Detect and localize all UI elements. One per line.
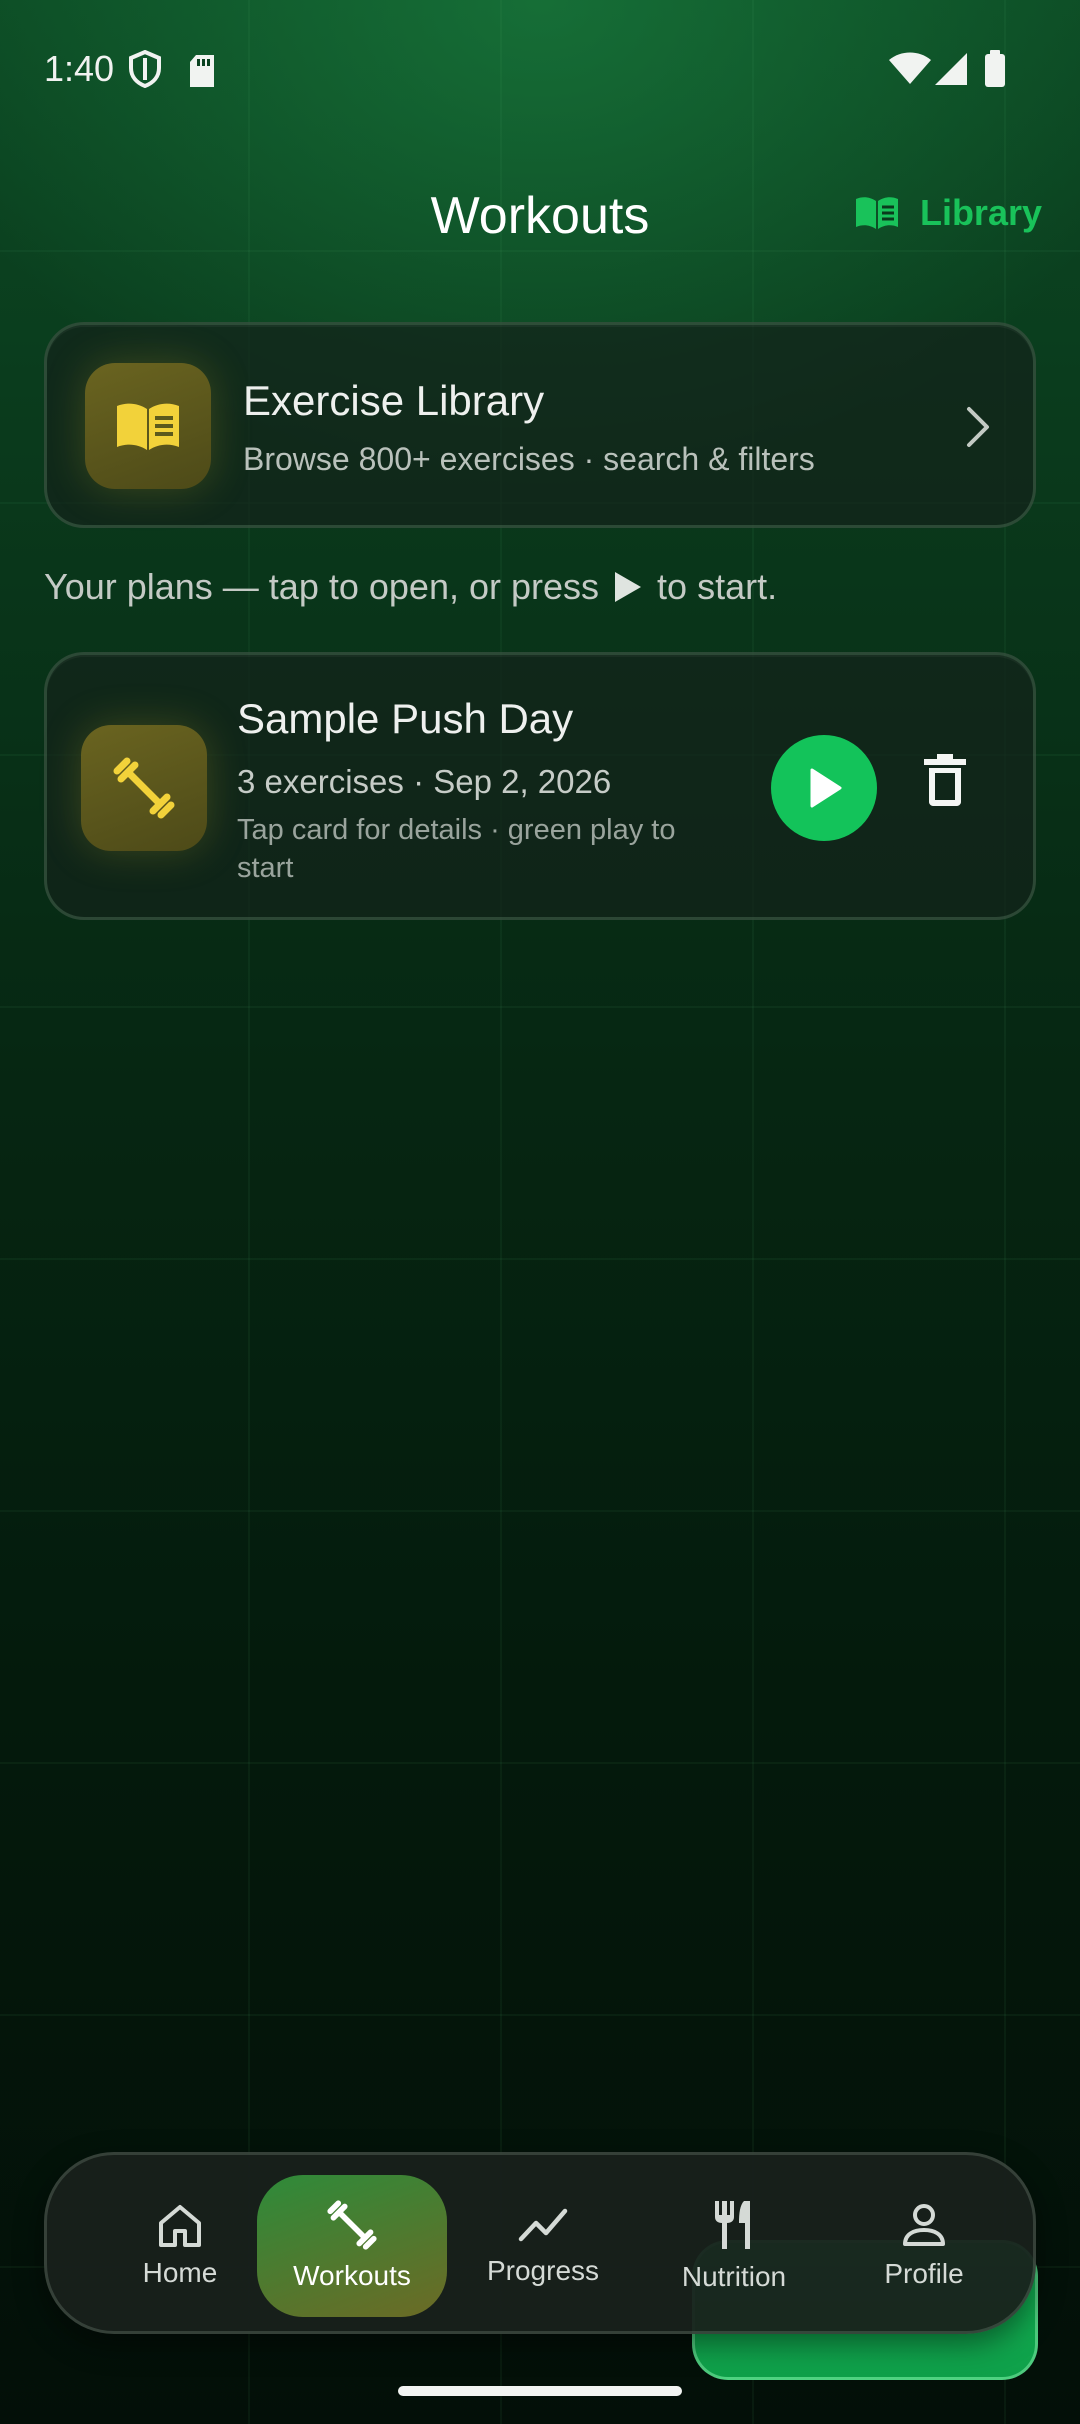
nav-label-home: Home <box>142 2257 218 2288</box>
nav-profile[interactable]: Profile <box>829 2175 1019 2317</box>
library-button[interactable]: Library <box>854 192 1042 234</box>
play-icon <box>810 768 842 808</box>
chevron-right-icon <box>967 407 989 447</box>
status-time: 1:40 <box>44 48 115 89</box>
book-icon <box>855 197 898 229</box>
library-card-subtitle: Browse 800+ exercises · search & filters <box>243 441 815 477</box>
signal-icon <box>935 53 967 85</box>
nav-label-nutrition: Nutrition <box>681 2261 787 2292</box>
battery-icon <box>985 50 1005 87</box>
shield-icon <box>129 50 161 88</box>
nav-progress[interactable]: Progress <box>448 2175 638 2317</box>
home-indicator[interactable] <box>398 2386 682 2396</box>
plans-hint: Your plans — tap to open, or press to st… <box>44 566 778 607</box>
start-workout-button[interactable] <box>771 735 877 841</box>
plan-meta: 3 exercises · Sep 2, 2026 <box>237 763 612 800</box>
status-bar: 1:40 <box>0 0 1080 140</box>
library-icon-tile <box>85 363 211 489</box>
dumbbell-icon <box>327 2200 377 2250</box>
wifi-icon <box>889 52 931 84</box>
plan-icon-tile <box>81 725 207 851</box>
nav-workouts[interactable]: Workouts <box>257 2175 447 2317</box>
delete-plan-button[interactable] <box>923 753 967 807</box>
play-triangle-icon <box>615 572 642 602</box>
open-book-icon <box>117 403 179 450</box>
home-icon <box>159 2205 201 2247</box>
library-button-label: Library <box>919 192 1042 233</box>
nav-label-workouts: Workouts <box>293 2260 411 2291</box>
nav-home[interactable]: Home <box>85 2175 275 2317</box>
exercise-library-card[interactable]: Exercise Library Browse 800+ exercises ·… <box>44 322 1036 528</box>
utensils-icon <box>715 2201 750 2249</box>
person-icon <box>903 2204 945 2246</box>
plan-hint: Tap card for details · green play to sta… <box>237 814 676 884</box>
bottom-nav: Home Workouts Progress Nutrition Profile <box>44 2152 1036 2334</box>
plan-card[interactable]: Sample Push Day 3 exercises · Sep 2, 202… <box>44 652 1036 920</box>
library-card-title: Exercise Library <box>243 377 545 424</box>
nav-label-profile: Profile <box>884 2258 964 2289</box>
nav-nutrition[interactable]: Nutrition <box>639 2175 829 2317</box>
trend-icon <box>518 2208 568 2242</box>
dumbbell-icon <box>113 757 175 819</box>
plan-title: Sample Push Day <box>237 695 574 742</box>
nav-label-progress: Progress <box>486 2255 600 2286</box>
sd-card-icon <box>190 55 214 87</box>
